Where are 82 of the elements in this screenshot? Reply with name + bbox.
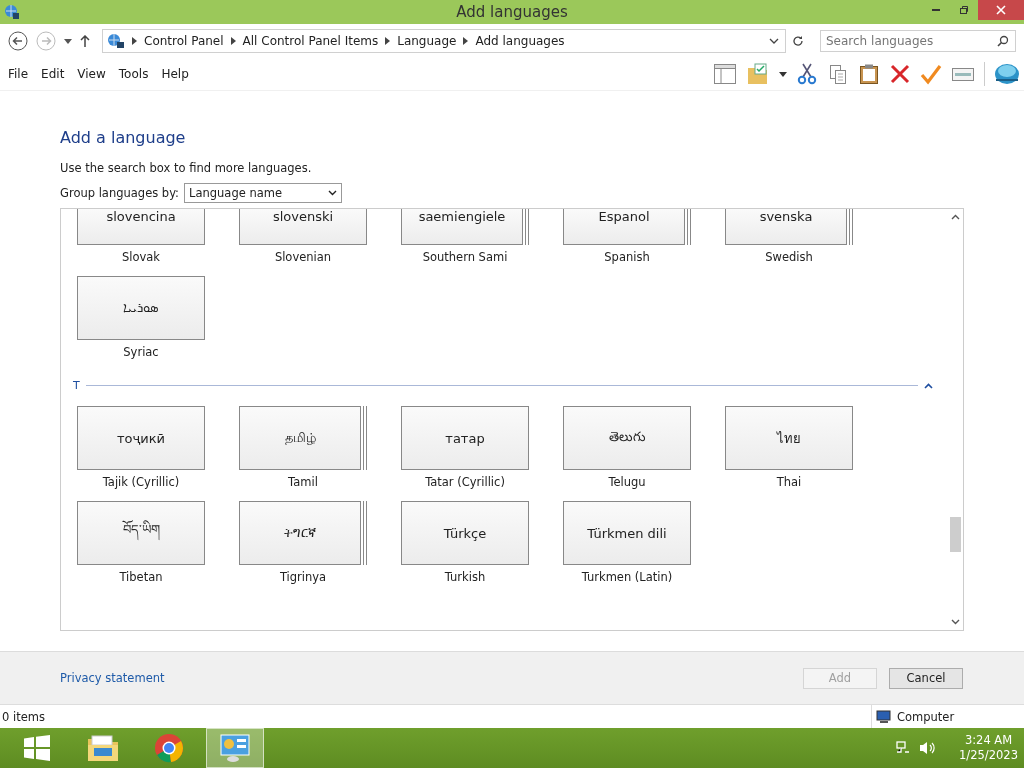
taskbar-control-panel[interactable]: [206, 728, 264, 768]
scrollbar-thumb[interactable]: [950, 517, 961, 553]
language-name: Telugu: [608, 475, 646, 489]
scroll-up-icon[interactable]: [950, 214, 960, 220]
close-icon: [996, 5, 1006, 15]
browser-logo-icon: [154, 733, 184, 763]
language-name: Southern Sami: [422, 250, 508, 264]
collapse-chevron-icon[interactable]: [924, 382, 933, 389]
language-tile[interactable]: тоҷикӣ: [77, 406, 205, 470]
refresh-button[interactable]: [792, 35, 804, 47]
chevron-icon: [230, 37, 236, 45]
chevron-icon: [463, 37, 469, 45]
preview-pane-icon[interactable]: [713, 63, 737, 85]
menu-item[interactable]: File: [8, 67, 29, 81]
language-tile[interactable]: ไทย: [725, 406, 853, 470]
network-icon[interactable]: [895, 740, 912, 756]
language-tile[interactable]: Türkçe: [401, 501, 529, 565]
menu-item[interactable]: Help: [161, 67, 189, 81]
computer-icon: [876, 709, 892, 724]
language-tile[interactable]: Türkmen dili: [563, 501, 691, 565]
scissors-icon[interactable]: [796, 63, 818, 85]
clock-date[interactable]: 1/25/2023: [959, 748, 1018, 763]
language-name: Tibetan: [119, 570, 163, 584]
dropdown-caret-icon[interactable]: [779, 71, 787, 77]
language-name: Syriac: [123, 345, 159, 359]
section-letter[interactable]: T: [73, 379, 80, 392]
language-name: Spanish: [604, 250, 650, 264]
breadcrumb[interactable]: Control Panel: [144, 34, 224, 48]
dropdown-chevron-icon: [328, 190, 337, 196]
language-name: Turkmen (Latin): [581, 570, 673, 584]
folder-icon: [86, 733, 120, 763]
breadcrumb[interactable]: Add languages: [475, 34, 565, 48]
menu-item[interactable]: Tools: [118, 67, 149, 81]
group-by-dropdown[interactable]: Language name: [184, 183, 342, 203]
dropdown-caret-icon[interactable]: [64, 38, 72, 44]
language-name: Slovak: [121, 250, 160, 264]
language-name: Tajik (Cyrillic): [102, 475, 180, 489]
language-tile[interactable]: తెలుగు: [563, 406, 691, 470]
checkmark-icon[interactable]: [920, 63, 942, 85]
chevron-icon: [385, 37, 391, 45]
breadcrumb[interactable]: Language: [397, 34, 457, 48]
volume-icon[interactable]: [919, 740, 938, 756]
windows-logo-icon: [24, 735, 50, 761]
breadcrumb[interactable]: All Control Panel Items: [242, 34, 379, 48]
scroll-down-icon[interactable]: [950, 619, 960, 625]
instructions-text: Use the search box to find more languages.: [60, 161, 313, 175]
language-name: Tamil: [288, 475, 318, 489]
minimize-icon: [932, 9, 940, 11]
group-by-label: Group languages by:: [60, 186, 179, 200]
restore-icon: [959, 5, 969, 15]
window-title: Add languages: [455, 3, 569, 21]
dropdown-chevron-icon[interactable]: [769, 38, 779, 44]
language-name: Turkish: [444, 570, 486, 584]
folder-check-icon[interactable]: [746, 63, 770, 85]
language-tile[interactable]: slovenski: [239, 209, 367, 245]
search-field[interactable]: Search languages: [820, 30, 1016, 52]
delete-x-icon[interactable]: [889, 63, 911, 85]
menu-item[interactable]: Edit: [41, 67, 65, 81]
up-arrow-icon[interactable]: [80, 35, 90, 47]
language-name: Slovenian: [274, 250, 332, 264]
language-tile[interactable]: ܣܘܪܝܝܐ: [77, 276, 205, 340]
language-tile[interactable]: slovencina: [77, 209, 205, 245]
refresh-icon: [792, 35, 804, 47]
search-icon: [997, 35, 1009, 47]
language-name: Swedish: [765, 250, 813, 264]
control-panel-icon: [219, 733, 251, 763]
item-count: 0 items: [1, 709, 46, 724]
security-zone: Computer: [897, 709, 955, 724]
privacy-link[interactable]: Privacy statement: [60, 671, 165, 685]
back-button[interactable]: [8, 31, 28, 51]
language-tile[interactable]: བོད་ཡིག: [77, 501, 205, 565]
copy-icon[interactable]: [827, 63, 849, 85]
dialog-button[interactable]: Cancel: [889, 667, 963, 689]
menu-item[interactable]: View: [77, 67, 106, 81]
clipboard-icon[interactable]: [858, 63, 880, 85]
language-name: Thai: [776, 475, 802, 489]
language-name: Tatar (Cyrillic): [425, 475, 505, 489]
language-tile[interactable]: татар: [401, 406, 529, 470]
chevron-icon: [132, 37, 137, 45]
address-bar[interactable]: Control Panel All Control Panel Items Language Add languages: [102, 29, 786, 53]
page-heading: Add a language: [60, 128, 187, 147]
language-name: Tigrinya: [279, 570, 327, 584]
